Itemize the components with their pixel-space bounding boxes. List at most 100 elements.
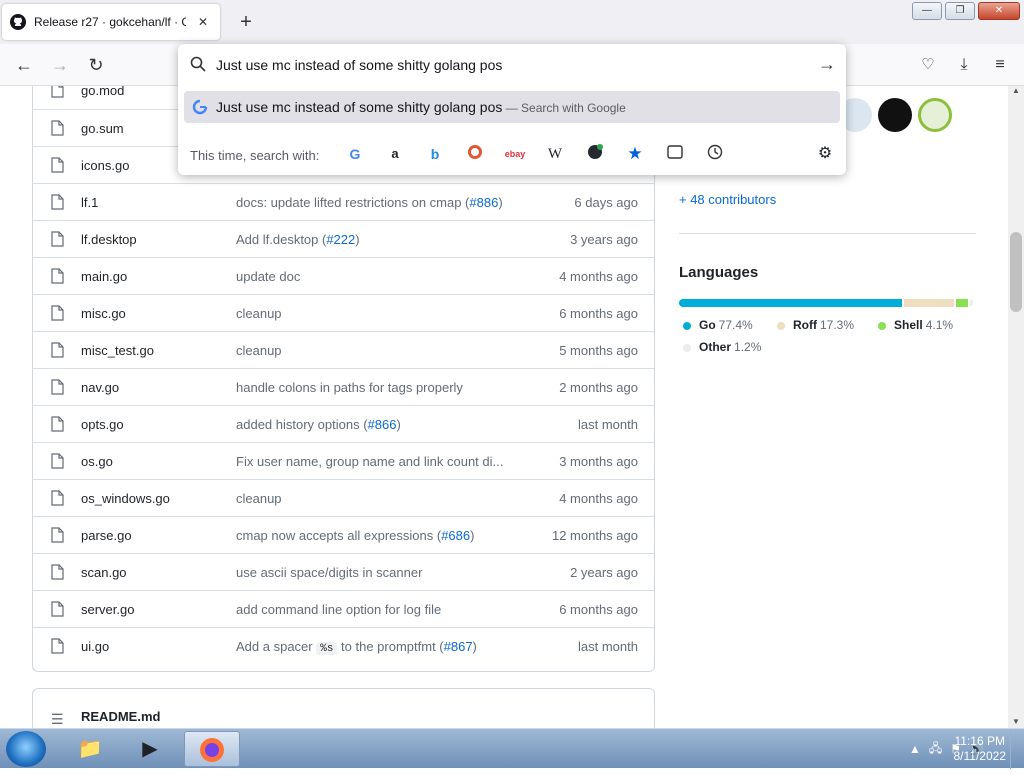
history-icon[interactable] [704, 144, 726, 164]
file-name[interactable]: lf.1 [81, 195, 98, 210]
network-icon[interactable]: 🖧 [929, 739, 942, 760]
scroll-down-icon[interactable]: ▼ [1008, 717, 1024, 726]
clock-time: 11:16 PM [954, 734, 1005, 748]
bookmarks-icon[interactable]: ★ [624, 144, 646, 164]
tabs-icon[interactable] [664, 144, 686, 164]
contributors-link[interactable]: + 48 contributors [679, 192, 776, 207]
file-row: lf.desktop Add lf.desktop (#222) 3 years a… [33, 220, 654, 257]
commit-message[interactable]: cmap now accepts all expressions (#686) [236, 528, 526, 543]
file-name[interactable]: main.go [81, 269, 127, 284]
file-name[interactable]: ui.go [81, 639, 109, 654]
readme-label[interactable]: README.md [81, 709, 160, 724]
scroll-up-icon[interactable]: ▲ [1008, 86, 1024, 95]
google-icon [192, 99, 208, 115]
urlbar-dropdown: Just use mc instead of some shitty golan… [178, 44, 846, 175]
search-suggestion[interactable]: Just use mc instead of some shitty golan… [184, 91, 840, 123]
avatar[interactable] [878, 98, 912, 132]
commit-message[interactable]: cleanup [236, 306, 526, 321]
file-name[interactable]: lf.desktop [81, 232, 137, 247]
file-row: ui.go Add a spacer %s to the promptfmt (#… [33, 627, 654, 664]
commit-message[interactable]: Add lf.desktop (#222) [236, 232, 526, 247]
go-arrow-icon[interactable]: → [818, 54, 836, 75]
pr-link[interactable]: #867 [444, 639, 473, 654]
file-name[interactable]: scan.go [81, 565, 127, 580]
file-name[interactable]: os.go [81, 454, 113, 469]
commit-message[interactable]: Add a spacer %s to the promptfmt (#867) [236, 639, 526, 655]
pocket-icon[interactable]: ♡ [916, 54, 940, 76]
language-other[interactable]: Other 1.2% [683, 340, 761, 354]
scroll-thumb[interactable] [1010, 232, 1022, 312]
file-row: lf.1 docs: update lifted restrictions on … [33, 183, 654, 220]
file-name[interactable]: opts.go [81, 417, 124, 432]
bing-icon[interactable]: b [424, 144, 446, 164]
suggestion-text: Just use mc instead of some shitty golan… [216, 99, 503, 115]
file-name[interactable]: go.sum [81, 121, 124, 136]
commit-time: 6 days ago [574, 195, 638, 210]
file-row: opts.go added history options (#866) last … [33, 405, 654, 442]
commit-time: 6 months ago [559, 306, 638, 321]
show-hidden-icons[interactable]: ▲ [909, 742, 921, 756]
downloads-icon[interactable]: ⤓ [952, 54, 976, 76]
github-icon[interactable] [584, 144, 606, 164]
file-name[interactable]: misc.go [81, 306, 126, 321]
file-name[interactable]: parse.go [81, 528, 132, 543]
pr-link[interactable]: #686 [441, 528, 470, 543]
file-icon [51, 601, 64, 617]
language-go[interactable]: Go 77.4% [683, 318, 753, 332]
tab-github-release[interactable]: Release r27 · gokcehan/lf · GitH ✕ [2, 4, 220, 40]
firefox-icon[interactable] [184, 731, 240, 767]
taskbar: 📁 ▶ ▲ 🖧 ⚑ 🔊 11:16 PM 8/11/2022 [0, 728, 1024, 769]
start-button[interactable] [6, 731, 46, 767]
commit-message[interactable]: Fix user name, group name and link count… [236, 454, 526, 469]
forward-icon[interactable]: → [48, 54, 72, 76]
language-shell[interactable]: Shell 4.1% [878, 318, 953, 332]
commit-time: 2 months ago [559, 380, 638, 395]
commit-message[interactable]: cleanup [236, 343, 526, 358]
commit-message[interactable]: add command line option for log file [236, 602, 526, 617]
close-window-button[interactable]: ✕ [978, 2, 1020, 20]
page-scrollbar[interactable]: ▲ ▼ [1008, 86, 1024, 728]
commit-message[interactable]: added history options (#866) [236, 417, 526, 432]
restore-button[interactable]: ❐ [945, 2, 975, 20]
urlbar-input-row[interactable]: Just use mc instead of some shitty golan… [178, 44, 846, 86]
commit-message[interactable]: cleanup [236, 491, 526, 506]
duckduckgo-icon[interactable] [464, 144, 486, 164]
commit-time: last month [578, 417, 638, 432]
menu-icon[interactable]: ≡ [988, 54, 1012, 76]
ebay-icon[interactable]: ebay [504, 144, 526, 164]
gear-icon[interactable]: ⚙ [814, 144, 836, 164]
commit-message[interactable]: use ascii space/digits in scanner [236, 565, 526, 580]
media-player-icon[interactable]: ▶ [122, 731, 178, 767]
commit-time: 5 months ago [559, 343, 638, 358]
show-desktop-button[interactable] [1010, 729, 1024, 769]
commit-time: 2 years ago [570, 565, 638, 580]
back-icon[interactable]: ← [12, 54, 36, 76]
reload-icon[interactable]: ↻ [84, 54, 108, 76]
minimize-button[interactable]: — [912, 2, 942, 20]
tab-close-icon[interactable]: ✕ [194, 15, 212, 29]
file-name[interactable]: go.mod [81, 86, 124, 98]
commit-message[interactable]: update doc [236, 269, 526, 284]
amazon-icon[interactable]: a [384, 144, 406, 164]
language-bar-segment [955, 299, 968, 307]
file-name[interactable]: server.go [81, 602, 134, 617]
commit-message[interactable]: handle colons in paths for tags properly [236, 380, 526, 395]
commit-time: 4 months ago [559, 491, 638, 506]
commit-message[interactable]: docs: update lifted restrictions on cmap… [236, 195, 526, 210]
file-icon [51, 527, 64, 543]
file-name[interactable]: nav.go [81, 380, 119, 395]
file-name[interactable]: icons.go [81, 158, 129, 173]
avatar[interactable] [918, 98, 952, 132]
google-icon[interactable]: G [344, 144, 366, 164]
pr-link[interactable]: #886 [469, 195, 498, 210]
pr-link[interactable]: #222 [326, 232, 355, 247]
pr-link[interactable]: #866 [368, 417, 397, 432]
urlbar-input[interactable]: Just use mc instead of some shitty golan… [216, 57, 502, 73]
file-name[interactable]: os_windows.go [81, 491, 170, 506]
language-roff[interactable]: Roff 17.3% [777, 318, 854, 332]
new-tab-button[interactable]: + [234, 10, 258, 34]
explorer-icon[interactable]: 📁 [62, 731, 118, 767]
wikipedia-icon[interactable]: W [544, 144, 566, 164]
file-name[interactable]: misc_test.go [81, 343, 154, 358]
clock[interactable]: 11:16 PM 8/11/2022 [954, 734, 1007, 764]
